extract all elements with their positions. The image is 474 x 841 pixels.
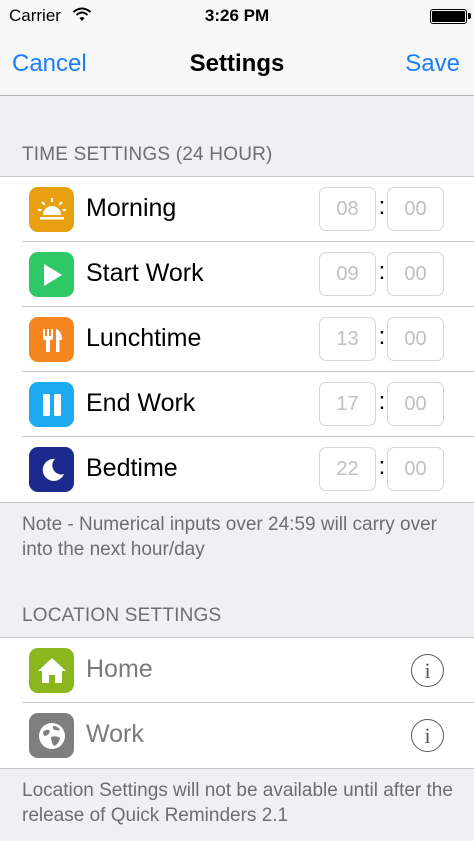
home-info-button[interactable]: i — [411, 654, 444, 687]
time-row-morning: Morning 08 : 00 — [0, 177, 474, 242]
moon-icon — [29, 447, 74, 492]
time-row-start-work: Start Work 09 : 00 — [0, 242, 474, 307]
start-work-hours-input[interactable]: 09 — [319, 252, 376, 296]
sunrise-icon — [29, 187, 74, 232]
globe-icon — [29, 713, 74, 758]
bedtime-label: Bedtime — [86, 454, 178, 482]
time-settings-header: TIME SETTINGS (24 HOUR) — [22, 144, 273, 165]
end-work-minutes-input[interactable]: 00 — [387, 382, 444, 426]
lunchtime-label: Lunchtime — [86, 324, 202, 352]
play-icon — [29, 252, 74, 297]
end-work-label: End Work — [86, 389, 196, 417]
time-separator: : — [378, 323, 386, 350]
location-row-home: Home i — [0, 638, 474, 703]
location-settings-group: Home i Work i — [0, 637, 474, 769]
battery-icon — [430, 9, 467, 24]
location-settings-header: LOCATION SETTINGS — [22, 605, 222, 626]
page-title: Settings — [189, 50, 285, 77]
time-separator: : — [378, 388, 386, 415]
start-work-minutes-input[interactable]: 00 — [387, 252, 444, 296]
start-work-label: Start Work — [86, 259, 204, 287]
work-info-button[interactable]: i — [411, 719, 444, 752]
navigation-bar: Cancel Settings Save — [0, 32, 474, 96]
time-row-end-work: End Work 17 : 00 — [0, 372, 474, 437]
end-work-hours-input[interactable]: 17 — [319, 382, 376, 426]
status-bar: Carrier 3:26 PM — [0, 0, 474, 32]
time-separator: : — [378, 193, 386, 220]
bedtime-hours-input[interactable]: 22 — [319, 447, 376, 491]
status-time: 3:26 PM — [204, 6, 270, 25]
time-row-bedtime: Bedtime 22 : 00 — [0, 437, 474, 502]
time-row-lunchtime: Lunchtime 13 : 00 — [0, 307, 474, 372]
time-settings-group: Morning 08 : 00 Start Work 09 : 00 Lunch… — [0, 176, 474, 503]
work-label: Work — [86, 720, 144, 748]
home-icon — [29, 648, 74, 693]
morning-minutes-input[interactable]: 00 — [387, 187, 444, 231]
lunchtime-minutes-input[interactable]: 00 — [387, 317, 444, 361]
save-button[interactable]: Save — [405, 50, 460, 78]
morning-hours-input[interactable]: 08 — [319, 187, 376, 231]
battery-cap — [468, 13, 471, 19]
bedtime-minutes-input[interactable]: 00 — [387, 447, 444, 491]
lunchtime-hours-input[interactable]: 13 — [319, 317, 376, 361]
home-label: Home — [86, 655, 153, 683]
time-separator: : — [378, 453, 386, 480]
morning-label: Morning — [86, 194, 177, 222]
location-settings-note: Location Settings will not be available … — [22, 780, 453, 826]
location-row-work: Work i — [0, 703, 474, 768]
time-separator: : — [378, 258, 386, 285]
pause-icon — [29, 382, 74, 427]
time-settings-note: Note - Numerical inputs over 24:59 will … — [22, 514, 437, 560]
fork-knife-icon — [29, 317, 74, 362]
